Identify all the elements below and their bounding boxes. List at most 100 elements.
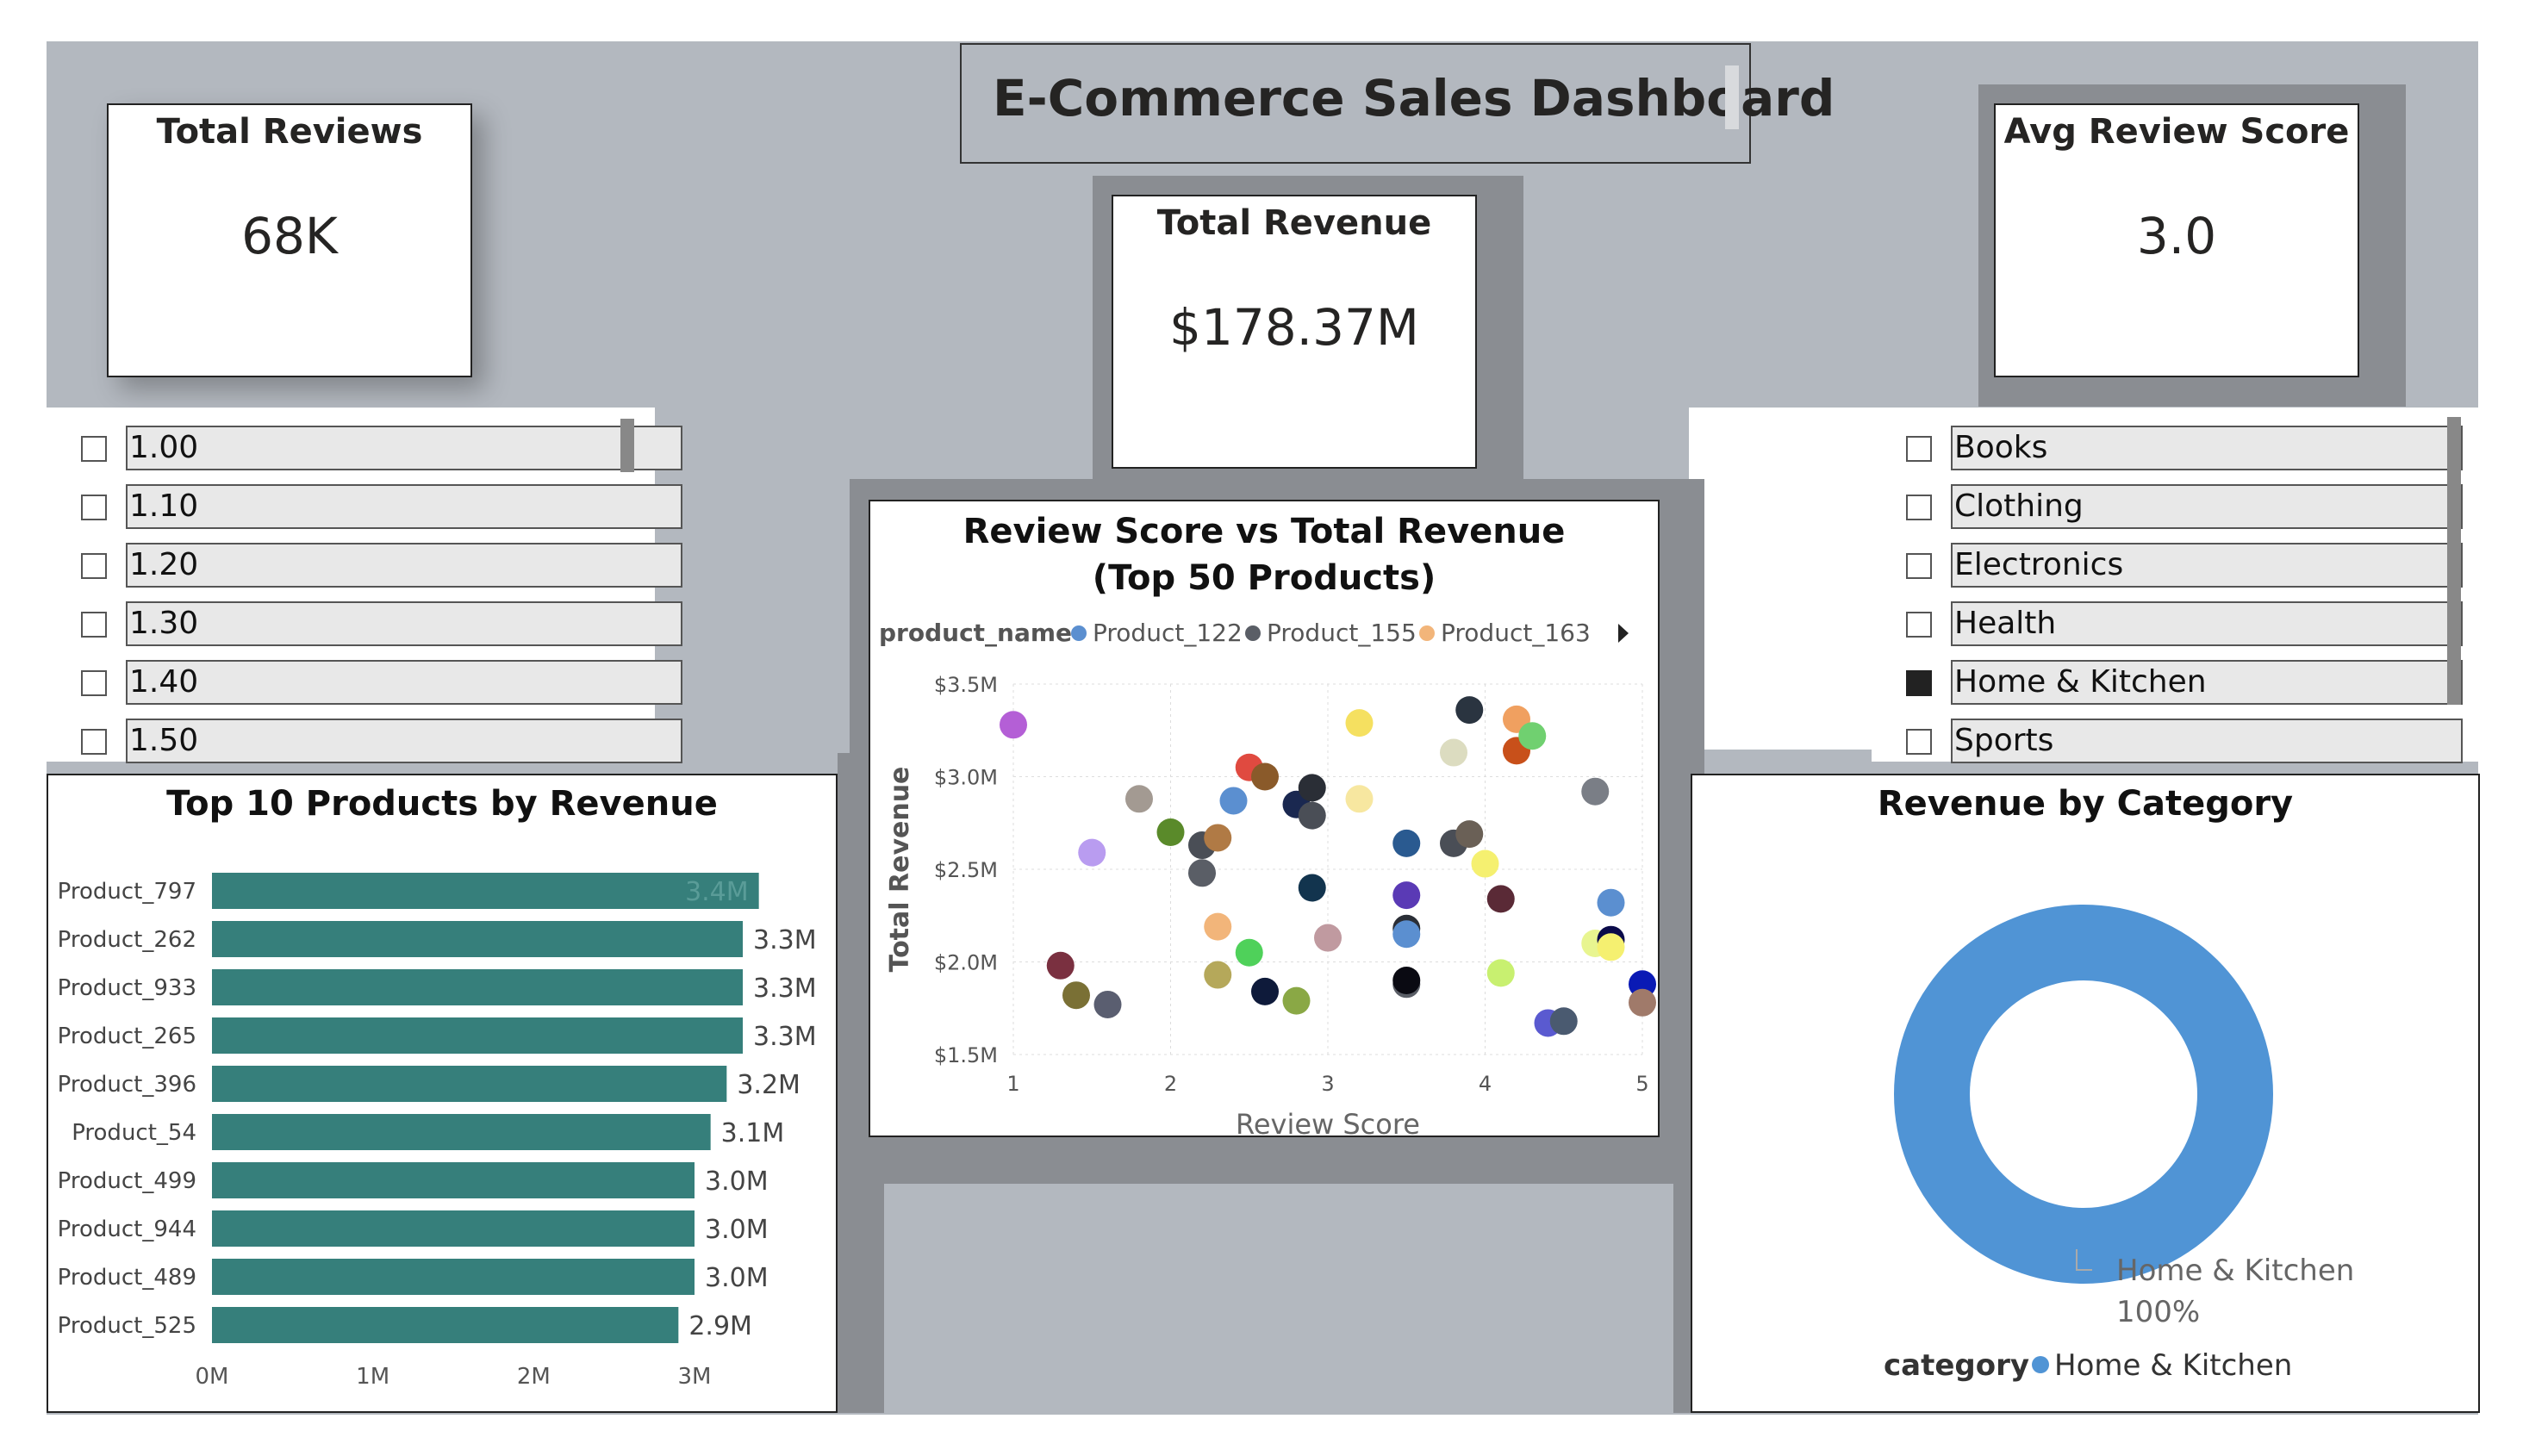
category-slicer-checkbox[interactable] xyxy=(1906,670,1932,696)
scatter-point[interactable] xyxy=(1188,859,1216,887)
score-slicer-checkbox[interactable] xyxy=(81,553,107,579)
category-slicer-checkbox[interactable] xyxy=(1906,729,1932,755)
scatter-point[interactable] xyxy=(1440,738,1467,767)
scatter-point[interactable] xyxy=(1597,888,1625,917)
scatter-point[interactable] xyxy=(1486,959,1515,987)
scatter-x-tick: 2 xyxy=(1164,1072,1177,1096)
scatter-x-label: Review Score xyxy=(1236,1108,1420,1136)
bar[interactable] xyxy=(212,1259,695,1295)
score-slicer-label[interactable]: 1.00 xyxy=(126,426,682,470)
category-slicer-label[interactable]: Clothing xyxy=(1951,484,2463,529)
scatter-chart: Review Score vs Total Revenue (Top 50 Pr… xyxy=(869,500,1660,1137)
bar-category-label: Product_265 xyxy=(58,1024,196,1049)
scatter-point[interactable] xyxy=(1046,951,1075,980)
scatter-point[interactable] xyxy=(1455,820,1484,849)
category-slicer-item[interactable]: Books xyxy=(1872,426,2480,474)
scatter-point[interactable] xyxy=(1486,885,1515,913)
scatter-point[interactable] xyxy=(1282,986,1311,1015)
scatter-point[interactable] xyxy=(1204,824,1232,852)
score-slicer-checkbox[interactable] xyxy=(81,670,107,696)
category-slicer-item[interactable]: Electronics xyxy=(1872,543,2480,591)
avg-review-score-value: 3.0 xyxy=(2136,207,2217,265)
score-slicer-label[interactable]: 1.30 xyxy=(126,601,682,646)
scatter-point[interactable] xyxy=(1471,849,1499,878)
category-slicer-label[interactable]: Health xyxy=(1951,601,2463,646)
category-slicer-label[interactable]: Home & Kitchen xyxy=(1951,660,2463,705)
score-slicer-item[interactable]: 1.20 xyxy=(47,543,682,591)
category-slicer-checkbox[interactable] xyxy=(1906,612,1932,638)
bar[interactable] xyxy=(212,921,743,957)
score-slicer-checkbox[interactable] xyxy=(81,495,107,520)
scatter-point[interactable] xyxy=(1235,938,1263,967)
donut-slice[interactable] xyxy=(1894,905,2273,1284)
scatter-point[interactable] xyxy=(1219,787,1248,815)
score-slicer-item[interactable]: 1.40 xyxy=(47,660,682,708)
scatter-point[interactable] xyxy=(1298,801,1326,830)
scatter-point[interactable] xyxy=(1078,838,1106,867)
scatter-point[interactable] xyxy=(1549,1007,1578,1036)
bar[interactable] xyxy=(212,969,743,1005)
bar[interactable] xyxy=(212,1307,679,1343)
scatter-point[interactable] xyxy=(1093,990,1122,1018)
scatter-point[interactable] xyxy=(1251,762,1279,791)
category-slicer-scrollbar[interactable] xyxy=(2447,417,2461,705)
category-slicer-checkbox[interactable] xyxy=(1906,553,1932,579)
legend-next-arrow-icon[interactable] xyxy=(1618,624,1629,643)
category-slicer-checkbox[interactable] xyxy=(1906,495,1932,520)
scatter-point[interactable] xyxy=(1125,785,1153,813)
scatter-legend-item[interactable]: Product_122 xyxy=(1093,619,1243,647)
bar-category-label: Product_933 xyxy=(58,975,196,1001)
category-slicer-item[interactable]: Health xyxy=(1872,601,2480,650)
scatter-point[interactable] xyxy=(1314,924,1342,952)
scatter-point[interactable] xyxy=(1629,988,1656,1017)
scatter-point[interactable] xyxy=(1581,777,1610,806)
category-slicer-label[interactable]: Books xyxy=(1951,426,2463,470)
score-slicer-item[interactable]: 1.50 xyxy=(47,719,682,767)
score-slicer-item[interactable]: 1.30 xyxy=(47,601,682,650)
scatter-point[interactable] xyxy=(1392,829,1421,857)
scatter-point[interactable] xyxy=(1298,874,1326,902)
score-slicer-checkbox[interactable] xyxy=(81,729,107,755)
bar[interactable] xyxy=(212,1210,695,1247)
category-slicer-checkbox[interactable] xyxy=(1906,436,1932,462)
scatter-legend-item[interactable]: Product_155 xyxy=(1267,619,1417,647)
score-slicer-label[interactable]: 1.10 xyxy=(126,484,682,529)
bar[interactable] xyxy=(212,1017,743,1054)
score-slicer-item[interactable]: 1.00 xyxy=(47,426,682,474)
category-slicer-label[interactable]: Electronics xyxy=(1951,543,2463,588)
category-slicer-item[interactable]: Home & Kitchen xyxy=(1872,660,2480,708)
donut-chart-title: Revenue by Category xyxy=(1877,784,2294,824)
scatter-point[interactable] xyxy=(1062,981,1090,1010)
bar[interactable] xyxy=(212,1114,711,1150)
scatter-point[interactable] xyxy=(1204,961,1232,989)
scatter-point[interactable] xyxy=(1156,818,1185,846)
bar[interactable] xyxy=(212,1162,695,1198)
score-slicer-item[interactable]: 1.10 xyxy=(47,484,682,532)
scatter-point[interactable] xyxy=(1455,696,1484,725)
scatter-point[interactable] xyxy=(1392,920,1421,949)
category-slicer-item[interactable]: Clothing xyxy=(1872,484,2480,532)
scatter-point[interactable] xyxy=(1392,881,1421,910)
category-slicer-item[interactable]: Sports xyxy=(1872,719,2480,767)
bar[interactable] xyxy=(212,873,759,909)
scatter-point[interactable] xyxy=(1597,933,1625,961)
bar[interactable] xyxy=(212,1066,727,1102)
score-slicer-scrollbar[interactable] xyxy=(620,419,634,472)
scatter-point[interactable] xyxy=(1345,785,1374,813)
score-slicer-checkbox[interactable] xyxy=(81,436,107,462)
scatter-legend-item[interactable]: Product_163 xyxy=(1441,619,1591,647)
scatter-point[interactable] xyxy=(1518,722,1547,750)
category-slicer-label[interactable]: Sports xyxy=(1951,719,2463,763)
scatter-point[interactable] xyxy=(1000,711,1027,739)
score-slicer-label[interactable]: 1.20 xyxy=(126,543,682,588)
scatter-point[interactable] xyxy=(1251,977,1279,1005)
scatter-point[interactable] xyxy=(1204,912,1232,941)
score-slicer-checkbox[interactable] xyxy=(81,612,107,638)
score-slicer-label[interactable]: 1.40 xyxy=(126,660,682,705)
scatter-point[interactable] xyxy=(1345,709,1374,737)
scatter-point[interactable] xyxy=(1298,774,1326,802)
donut-legend-item[interactable]: Home & Kitchen xyxy=(2054,1348,2292,1383)
score-slicer-label[interactable]: 1.50 xyxy=(126,719,682,763)
scatter-point[interactable] xyxy=(1392,967,1421,994)
title-scroll-handle[interactable] xyxy=(1725,65,1739,129)
